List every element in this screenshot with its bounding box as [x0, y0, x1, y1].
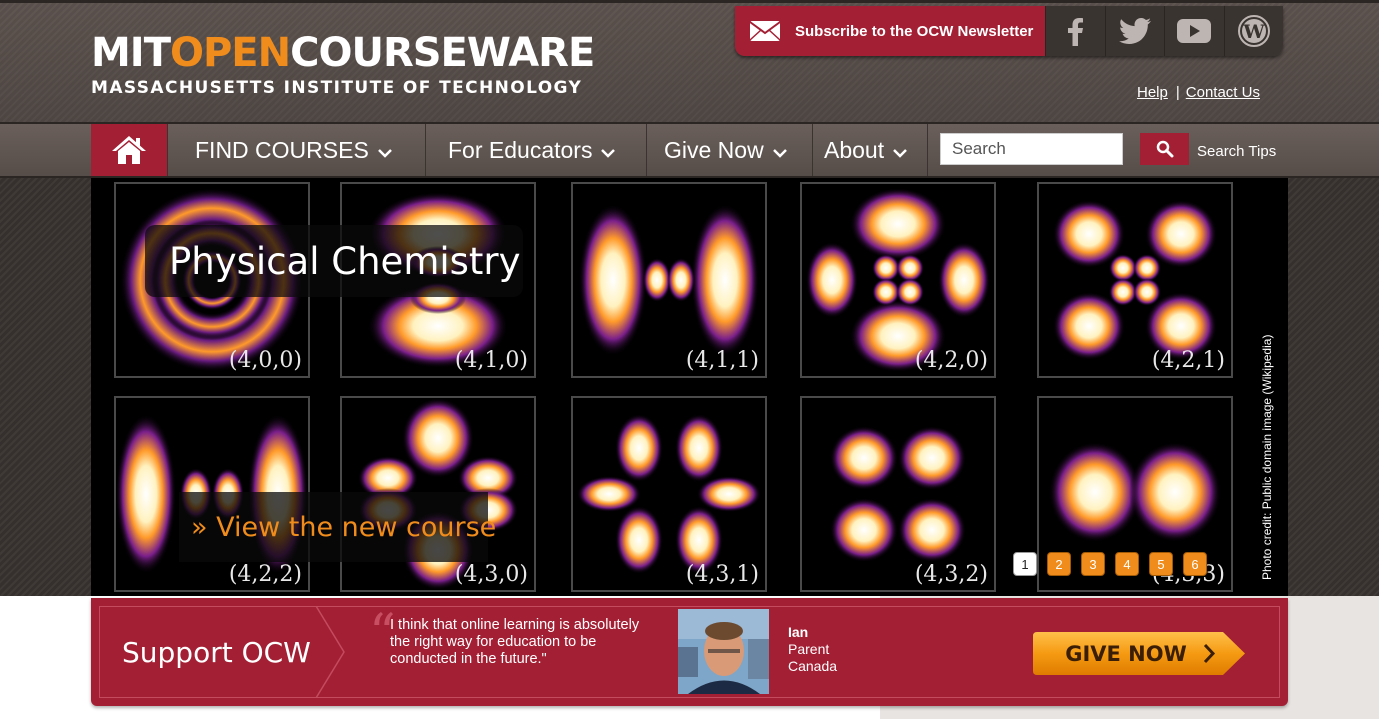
- tile-label: (4,2,2): [228, 562, 302, 587]
- home-button[interactable]: [91, 124, 167, 176]
- search-tips-link[interactable]: Search Tips: [1197, 143, 1276, 160]
- facebook-icon[interactable]: [1045, 6, 1105, 56]
- orbital-tile: (4,3,2): [800, 396, 996, 592]
- search-icon: [1156, 140, 1173, 158]
- pager-button-6[interactable]: 6: [1183, 552, 1207, 576]
- hero-left-texture: [0, 178, 91, 596]
- home-icon: [112, 136, 146, 164]
- nav-for-educators-label: For Educators: [448, 136, 593, 163]
- help-links: Help | Contact Us: [1137, 84, 1260, 101]
- pager-button-5[interactable]: 5: [1149, 552, 1173, 576]
- subscribe-label: Subscribe to the OCW Newsletter: [795, 22, 1034, 40]
- pager-button-4[interactable]: 4: [1115, 552, 1139, 576]
- nav-give-now[interactable]: Give Now: [646, 124, 812, 176]
- support-ocw-title: Support OCW: [122, 635, 311, 669]
- banner-divider-arrow: [315, 606, 345, 698]
- testimonial-person: Ian Parent Canada: [788, 624, 837, 675]
- tile-label: (4,1,1): [685, 348, 759, 373]
- person-name: Ian: [788, 624, 809, 640]
- search-input[interactable]: [940, 133, 1123, 165]
- tile-label: (4,0,0): [228, 348, 302, 373]
- give-now-label: GIVE NOW: [1065, 641, 1187, 666]
- help-link[interactable]: Help: [1137, 84, 1168, 101]
- nav-about-label: About: [824, 136, 885, 163]
- chevron-down-icon: [892, 137, 908, 164]
- nav-find-courses-label: FIND COURSES: [195, 136, 369, 163]
- slideshow-pager: 1 2 3 4 5 6: [1013, 552, 1207, 576]
- youtube-icon[interactable]: [1164, 6, 1224, 56]
- testimonial-quote: I think that online learning is absolute…: [390, 617, 640, 667]
- twitter-icon[interactable]: [1104, 6, 1165, 56]
- logo-subtitle: MASSACHUSETTS INSTITUTE OF TECHNOLOGY: [91, 78, 583, 98]
- search-button[interactable]: [1140, 133, 1189, 165]
- link-separator: |: [1175, 84, 1180, 101]
- top-utility-bar: Subscribe to the OCW Newsletter W: [735, 6, 1283, 56]
- avatar: [678, 609, 769, 694]
- nav-for-educators[interactable]: For Educators: [425, 124, 646, 176]
- nav-about[interactable]: About: [812, 124, 928, 176]
- pager-button-2[interactable]: 2: [1047, 552, 1071, 576]
- tile-label: (4,3,2): [914, 562, 988, 587]
- tile-label: (4,1,0): [454, 348, 528, 373]
- tile-label: (4,2,0): [914, 348, 988, 373]
- contact-us-link[interactable]: Contact Us: [1186, 84, 1260, 101]
- nav-find-courses[interactable]: FIND COURSES: [167, 124, 425, 176]
- wordpress-icon[interactable]: W: [1223, 6, 1284, 56]
- orbital-tile: (4,2,0): [800, 182, 996, 378]
- nav-give-now-label: Give Now: [664, 136, 764, 163]
- tile-label: (4,3,0): [454, 562, 528, 587]
- tile-label: (4,3,1): [685, 562, 759, 587]
- photo-credit: Photo credit: Public domain image (Wikip…: [1260, 334, 1274, 580]
- envelope-icon: [749, 20, 781, 42]
- chevron-down-icon: [600, 137, 616, 164]
- view-course-link[interactable]: » View the new course: [179, 492, 496, 562]
- orbital-tile: (4,1,1): [571, 182, 767, 378]
- chevron-down-icon: [772, 137, 788, 164]
- newsletter-subscribe-button[interactable]: Subscribe to the OCW Newsletter: [735, 6, 1045, 56]
- person-country: Canada: [788, 658, 838, 674]
- mit-ocw-logo[interactable]: MITOPENCOURSEWARE MASSACHUSETTS INSTITUT…: [91, 30, 595, 98]
- svg-text:W: W: [1242, 21, 1265, 43]
- hero-course-title[interactable]: Physical Chemistry: [145, 225, 523, 297]
- orbital-tile: (4,3,1): [571, 396, 767, 592]
- pager-button-1[interactable]: 1: [1013, 552, 1037, 576]
- orbital-tile: (4,2,1): [1037, 182, 1233, 378]
- main-nav: FIND COURSES For Educators Give Now Abou…: [0, 122, 1379, 178]
- site-header: MITOPENCOURSEWARE MASSACHUSETTS INSTITUT…: [0, 0, 1379, 122]
- social-links: W: [1045, 6, 1283, 56]
- logo-wordmark: MITOPENCOURSEWARE: [91, 30, 595, 76]
- tile-label: (4,2,1): [1151, 348, 1225, 373]
- chevron-down-icon: [377, 137, 393, 164]
- pager-button-3[interactable]: 3: [1081, 552, 1105, 576]
- support-ocw-banner: Support OCW “ I think that online learni…: [91, 598, 1288, 706]
- hero-right-texture: [1288, 178, 1379, 596]
- person-role: Parent: [788, 641, 830, 657]
